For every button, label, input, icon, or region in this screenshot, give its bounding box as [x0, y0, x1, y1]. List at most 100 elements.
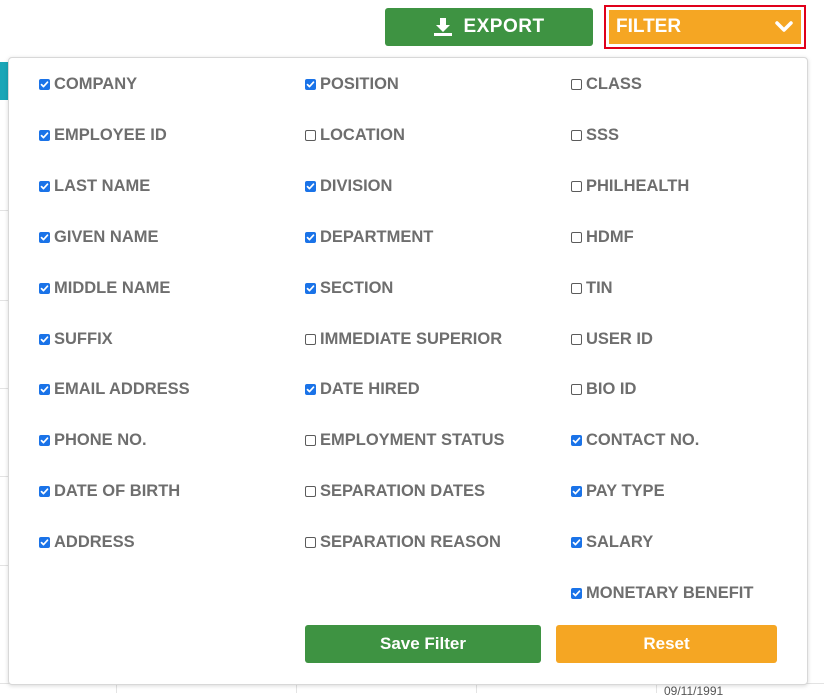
checkbox-unchecked[interactable] [305, 537, 316, 549]
background-date-cell: 09/11/1991 [664, 684, 724, 698]
checkbox-checked[interactable] [39, 486, 50, 498]
filter-option[interactable]: PHILHEALTH [571, 177, 689, 196]
export-label: EXPORT [463, 16, 545, 37]
checkbox-unchecked[interactable] [571, 333, 582, 345]
filter-option-label: CONTACT NO. [586, 431, 700, 450]
background-menu-toggle [0, 62, 8, 100]
filter-option[interactable]: DATE HIRED [305, 380, 420, 399]
filter-option-label: SECTION [320, 278, 394, 297]
filter-option-label: EMPLOYMENT STATUS [320, 431, 505, 450]
export-button[interactable]: EXPORT [385, 8, 593, 46]
filter-option-label: HDMF [586, 227, 634, 246]
filter-option-label: LOCATION [320, 125, 405, 144]
save-filter-button[interactable]: Save Filter [305, 625, 541, 663]
filter-option[interactable]: ADDRESS [39, 533, 135, 552]
checkbox-checked[interactable] [571, 435, 582, 447]
filter-option-label: MONETARY BENEFIT [586, 584, 754, 602]
checkbox-unchecked[interactable] [571, 79, 582, 90]
filter-option[interactable]: CONTACT NO. [571, 431, 699, 450]
filter-option-label: GIVEN NAME [54, 227, 159, 246]
checkbox-checked[interactable] [305, 282, 316, 294]
chevron-down-icon [775, 21, 793, 32]
checkbox-checked[interactable] [39, 333, 50, 345]
filter-option[interactable]: EMPLOYEE ID [39, 126, 167, 145]
checkbox-checked[interactable] [39, 79, 50, 90]
filter-option[interactable]: DIVISION [305, 177, 392, 196]
filter-option[interactable]: COMPANY [39, 75, 137, 94]
checkbox-checked[interactable] [39, 537, 50, 549]
filter-option-label: DEPARTMENT [320, 227, 434, 246]
checkbox-unchecked[interactable] [305, 435, 316, 447]
filter-option[interactable]: LOCATION [305, 126, 405, 145]
checkbox-unchecked[interactable] [571, 231, 582, 243]
filter-option[interactable]: SEPARATION REASON [305, 533, 501, 552]
checkbox-checked[interactable] [39, 129, 50, 141]
filter-option-label: PHILHEALTH [586, 176, 690, 195]
filter-option[interactable]: CLASS [571, 75, 642, 94]
download-icon [434, 18, 453, 36]
checkbox-checked[interactable] [571, 537, 582, 549]
filter-panel: COMPANY EMPLOYEE ID LAST NAME GIVEN NAME MID… [8, 57, 808, 685]
checkbox-unchecked[interactable] [305, 129, 316, 141]
filter-option[interactable]: DATE OF BIRTH [39, 482, 180, 501]
filter-option-label: TIN [586, 278, 613, 297]
filter-option-label: POSITION [320, 75, 399, 93]
filter-option-label: SSS [586, 125, 620, 144]
filter-option[interactable]: MIDDLE NAME [39, 279, 170, 298]
filter-option[interactable]: SALARY [571, 533, 653, 552]
filter-option[interactable]: SECTION [305, 279, 393, 298]
checkbox-checked[interactable] [571, 486, 582, 498]
filter-button[interactable]: FILTER [604, 5, 806, 49]
filter-option-label: PAY TYPE [586, 482, 665, 501]
checkbox-unchecked[interactable] [305, 333, 316, 345]
checkbox-unchecked[interactable] [305, 486, 316, 498]
checkbox-unchecked[interactable] [571, 282, 582, 294]
filter-option[interactable]: TIN [571, 279, 613, 298]
filter-option[interactable]: DEPARTMENT [305, 228, 433, 247]
filter-option[interactable]: EMAIL ADDRESS [39, 380, 190, 399]
filter-option-label: EMAIL ADDRESS [54, 380, 190, 399]
checkbox-checked[interactable] [39, 384, 50, 396]
filter-option-label: COMPANY [54, 75, 138, 93]
checkbox-checked[interactable] [39, 435, 50, 447]
filter-option-label: IMMEDIATE SUPERIOR [320, 329, 503, 348]
filter-option[interactable]: POSITION [305, 75, 399, 94]
filter-option-label: BIO ID [586, 380, 637, 399]
checkbox-checked[interactable] [305, 79, 316, 90]
checkbox-unchecked[interactable] [571, 129, 582, 141]
filter-option-label: SEPARATION DATES [320, 482, 486, 501]
filter-option[interactable]: PAY TYPE [571, 482, 665, 501]
filter-option-label: ADDRESS [54, 533, 135, 552]
filter-option[interactable]: GIVEN NAME [39, 228, 159, 247]
checkbox-checked[interactable] [39, 231, 50, 243]
filter-option-label: DATE OF BIRTH [54, 482, 181, 501]
filter-option[interactable]: EMPLOYMENT STATUS [305, 431, 505, 450]
filter-option-label: EMPLOYEE ID [54, 125, 167, 144]
checkbox-checked[interactable] [39, 282, 50, 294]
reset-button[interactable]: Reset [556, 625, 777, 663]
filter-option-label: DIVISION [320, 176, 393, 195]
filter-option-label: PHONE NO. [54, 431, 147, 450]
filter-option[interactable]: SSS [571, 126, 619, 145]
filter-option[interactable]: IMMEDIATE SUPERIOR [305, 330, 502, 349]
checkbox-checked[interactable] [305, 384, 316, 396]
filter-option[interactable]: USER ID [571, 330, 653, 349]
checkbox-checked[interactable] [39, 180, 50, 192]
filter-option[interactable]: PHONE NO. [39, 431, 147, 450]
filter-label: FILTER [616, 16, 682, 37]
filter-option-label: CLASS [586, 75, 642, 93]
filter-option[interactable]: BIO ID [571, 380, 636, 399]
filter-option[interactable]: MONETARY BENEFIT [571, 584, 753, 603]
checkbox-unchecked[interactable] [571, 180, 582, 192]
checkbox-checked[interactable] [571, 588, 582, 599]
filter-option-label: USER ID [586, 329, 653, 348]
checkbox-checked[interactable] [305, 180, 316, 192]
filter-option-label: SEPARATION REASON [320, 533, 501, 552]
filter-option[interactable]: HDMF [571, 228, 634, 247]
checkbox-checked[interactable] [305, 231, 316, 243]
filter-option[interactable]: SEPARATION DATES [305, 482, 485, 501]
filter-option-label: MIDDLE NAME [54, 278, 171, 297]
filter-option[interactable]: LAST NAME [39, 177, 150, 196]
filter-option[interactable]: SUFFIX [39, 330, 113, 349]
checkbox-unchecked[interactable] [571, 384, 582, 396]
